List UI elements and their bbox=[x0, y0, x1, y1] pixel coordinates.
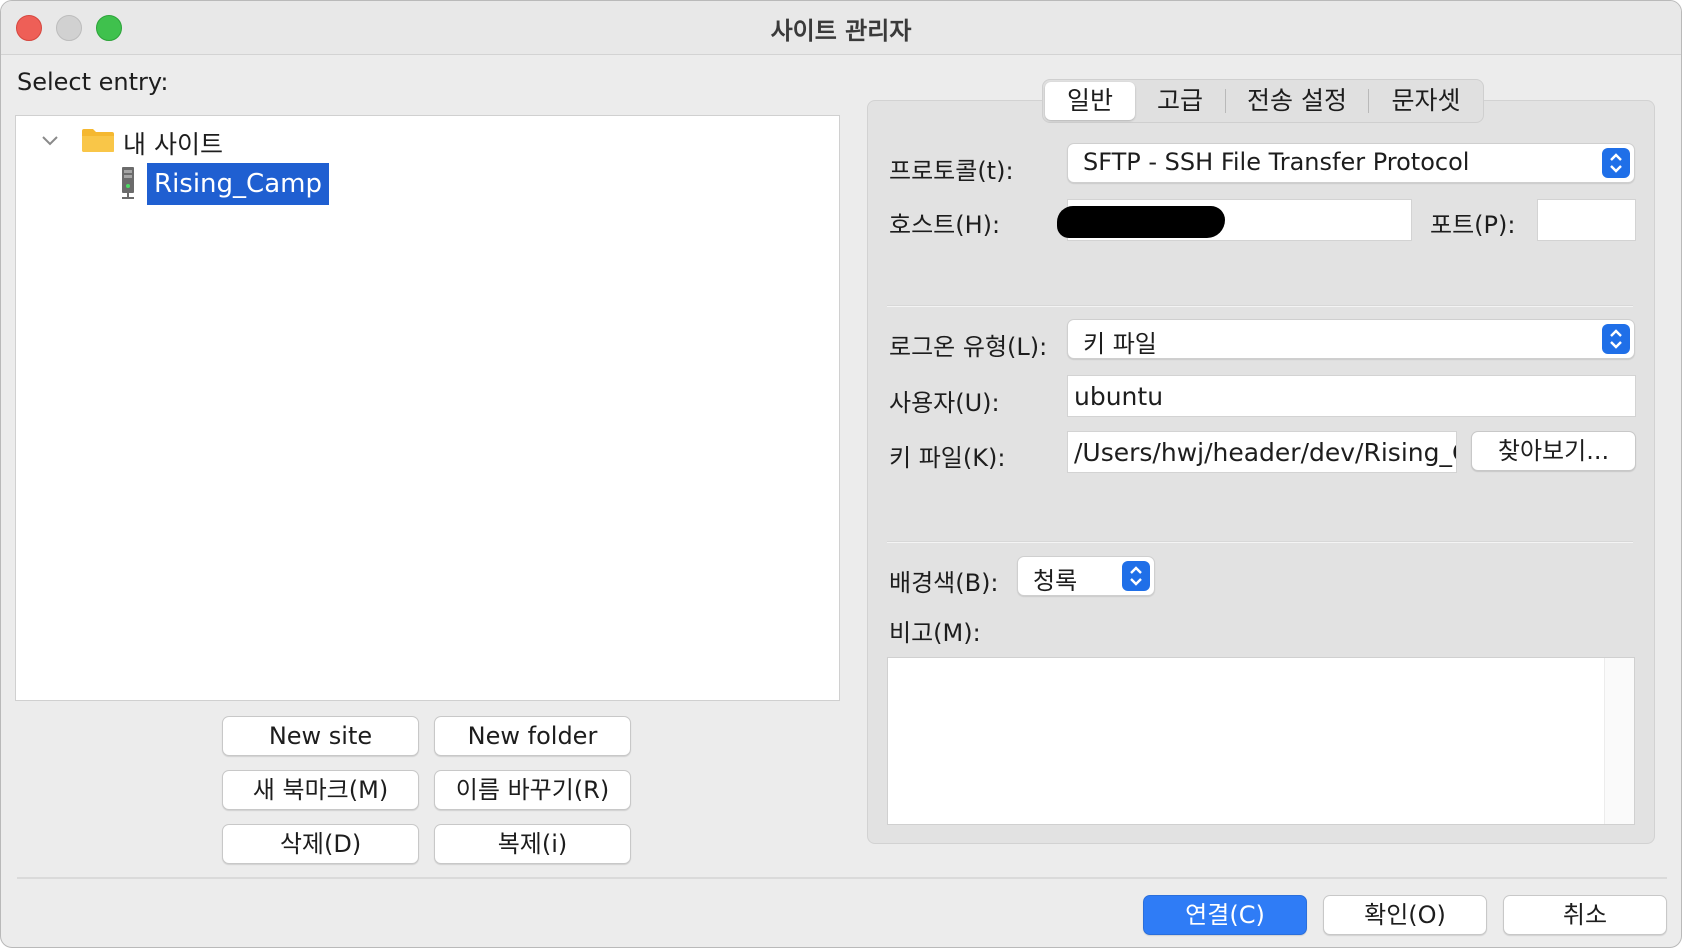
titlebar: 사이트 관리자 bbox=[1, 1, 1681, 55]
logon-type-select[interactable]: 키 파일 bbox=[1067, 319, 1635, 359]
updown-arrows-icon bbox=[1602, 324, 1630, 354]
connect-button[interactable]: 연결(C) bbox=[1143, 895, 1307, 935]
footer-divider bbox=[17, 877, 1667, 879]
bg-color-select[interactable]: 청록 bbox=[1017, 556, 1155, 596]
server-icon bbox=[122, 167, 134, 199]
logon-type-value: 키 파일 bbox=[1083, 330, 1157, 358]
key-file-input[interactable]: /Users/hwj/header/dev/Rising_C bbox=[1067, 431, 1457, 473]
key-file-value: /Users/hwj/header/dev/Rising_C bbox=[1074, 438, 1457, 467]
host-label: 호스트(H): bbox=[889, 211, 1001, 239]
chevron-down-icon[interactable] bbox=[39, 129, 61, 151]
section-divider bbox=[887, 541, 1633, 543]
port-label: 포트(P): bbox=[1430, 211, 1516, 239]
protocol-label: 프로토콜(t): bbox=[889, 157, 1014, 185]
site-tree[interactable] bbox=[15, 115, 840, 701]
folder-icon bbox=[82, 129, 114, 152]
comments-scrollbar[interactable] bbox=[1604, 658, 1634, 824]
protocol-value: SFTP - SSH File Transfer Protocol bbox=[1083, 148, 1470, 176]
site-manager-window: 사이트 관리자 Select entry: 내 사이트 Rising_Camp … bbox=[0, 0, 1682, 948]
window-title: 사이트 관리자 bbox=[770, 17, 912, 45]
comments-label: 비고(M): bbox=[889, 619, 981, 647]
select-entry-label: Select entry: bbox=[17, 68, 169, 96]
comments-textarea[interactable] bbox=[887, 657, 1635, 825]
redaction-mark bbox=[1057, 206, 1225, 238]
port-input[interactable] bbox=[1537, 199, 1636, 241]
updown-arrows-icon bbox=[1602, 148, 1630, 178]
user-label: 사용자(U): bbox=[889, 389, 1000, 417]
tree-item-selected-site[interactable]: Rising_Camp bbox=[147, 163, 329, 205]
logon-type-label: 로그온 유형(L): bbox=[889, 333, 1048, 361]
user-input[interactable]: ubuntu bbox=[1067, 375, 1636, 417]
updown-arrows-icon bbox=[1122, 561, 1150, 591]
tab-general[interactable]: 일반 bbox=[1045, 82, 1135, 120]
settings-tabs: 일반 고급 전송 설정 문자셋 bbox=[1042, 79, 1484, 123]
new-bookmark-button[interactable]: 새 북마크(M) bbox=[222, 770, 419, 810]
new-site-button[interactable]: New site bbox=[222, 716, 419, 756]
tree-item-my-sites[interactable]: 내 사이트 bbox=[123, 125, 223, 161]
bg-color-value: 청록 bbox=[1033, 567, 1078, 595]
rename-button[interactable]: 이름 바꾸기(R) bbox=[434, 770, 631, 810]
protocol-select[interactable]: SFTP - SSH File Transfer Protocol bbox=[1067, 143, 1635, 183]
delete-button[interactable]: 삭제(D) bbox=[222, 824, 419, 864]
key-file-label: 키 파일(K): bbox=[889, 444, 1006, 472]
duplicate-button[interactable]: 복제(i) bbox=[434, 824, 631, 864]
cancel-button[interactable]: 취소 bbox=[1503, 895, 1667, 935]
tab-transfer-settings[interactable]: 전송 설정 bbox=[1226, 82, 1368, 120]
section-divider bbox=[887, 305, 1633, 307]
bg-color-label: 배경색(B): bbox=[889, 569, 999, 597]
user-value: ubuntu bbox=[1074, 382, 1164, 411]
browse-button[interactable]: 찾아보기... bbox=[1471, 431, 1636, 471]
tab-charset[interactable]: 문자셋 bbox=[1369, 82, 1483, 120]
new-folder-button[interactable]: New folder bbox=[434, 716, 631, 756]
ok-button[interactable]: 확인(O) bbox=[1323, 895, 1487, 935]
tab-advanced[interactable]: 고급 bbox=[1135, 82, 1225, 120]
